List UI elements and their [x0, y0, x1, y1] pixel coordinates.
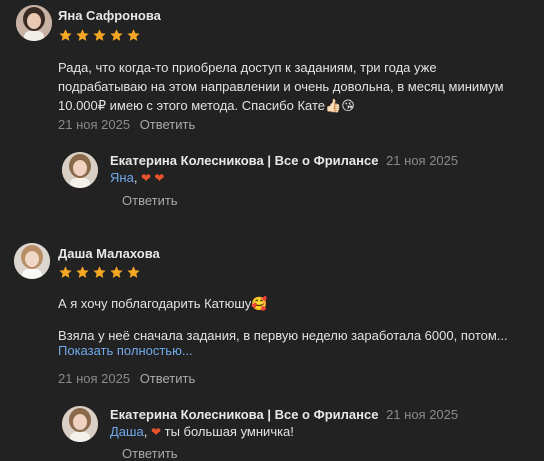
star-icon	[93, 29, 106, 41]
star-icon	[93, 266, 106, 278]
reply-date[interactable]: 21 ноя 2025	[386, 407, 458, 422]
avatar-photo	[16, 5, 52, 41]
avatar-photo	[62, 152, 98, 188]
comment-text-line: подрабатываю на этом направлении и очень…	[58, 79, 504, 94]
comment-text-line: 10.000₽ имею с этого метода. Спасибо Кат…	[58, 98, 355, 113]
reply-button[interactable]: Ответить	[140, 117, 196, 132]
reply-header: Екатерина Колесникова | Все о Фрилансе 2…	[110, 407, 458, 422]
comment-text: Рада, что когда-то приобрела доступ к за…	[58, 58, 528, 115]
comment-meta: 21 ноя 2025 Ответить	[58, 117, 195, 132]
reply-avatar[interactable]	[62, 406, 98, 442]
reply-button[interactable]: Ответить	[140, 371, 196, 386]
reply-date[interactable]: 21 ноя 2025	[386, 153, 458, 168]
mention-link[interactable]: Даша	[110, 424, 144, 439]
reply-avatar[interactable]	[62, 152, 98, 188]
comment-author[interactable]: Яна Сафронова	[58, 8, 161, 23]
reply-button[interactable]: Ответить	[122, 446, 178, 461]
mention-link[interactable]: Яна	[110, 170, 134, 185]
avatar-photo	[14, 243, 50, 279]
comment-text-line: А я хочу поблагодарить Катюшу🥰	[58, 296, 268, 311]
star-icon	[76, 29, 89, 41]
reply-text-sep: ,	[133, 170, 142, 185]
rating-stars	[58, 28, 141, 43]
star-icon	[59, 29, 72, 41]
star-icon	[76, 266, 89, 278]
star-icon	[127, 29, 140, 41]
comment-date[interactable]: 21 ноя 2025	[58, 117, 130, 132]
comment-date[interactable]: 21 ноя 2025	[58, 371, 130, 386]
comment-author[interactable]: Даша Малахова	[58, 246, 160, 261]
show-more-link[interactable]: Показать полностью...	[58, 343, 193, 358]
comment-text-line: Рада, что когда-то приобрела доступ к за…	[58, 60, 437, 75]
reply-text-tail: ты большая умничка!	[161, 424, 294, 439]
comment-meta: 21 ноя 2025 Ответить	[58, 371, 195, 386]
rating-stars	[58, 265, 141, 280]
reply-text: Яна, ❤ ❤	[110, 170, 165, 185]
reply-author[interactable]: Екатерина Колесникова | Все о Фрилансе	[110, 153, 378, 168]
avatar[interactable]	[16, 5, 52, 41]
avatar[interactable]	[14, 243, 50, 279]
heart-icon: ❤ ❤	[141, 171, 165, 185]
reply-button[interactable]: Ответить	[122, 193, 178, 208]
reply-text: Даша, ❤ ты большая умничка!	[110, 424, 294, 439]
star-icon	[59, 266, 72, 278]
reply-text-sep: ,	[143, 424, 151, 439]
heart-icon: ❤	[150, 425, 161, 439]
star-icon	[110, 266, 123, 278]
reply-author[interactable]: Екатерина Колесникова | Все о Фрилансе	[110, 407, 378, 422]
avatar-photo	[62, 406, 98, 442]
star-icon	[127, 266, 140, 278]
star-icon	[110, 29, 123, 41]
reply-header: Екатерина Колесникова | Все о Фрилансе 2…	[110, 153, 458, 168]
